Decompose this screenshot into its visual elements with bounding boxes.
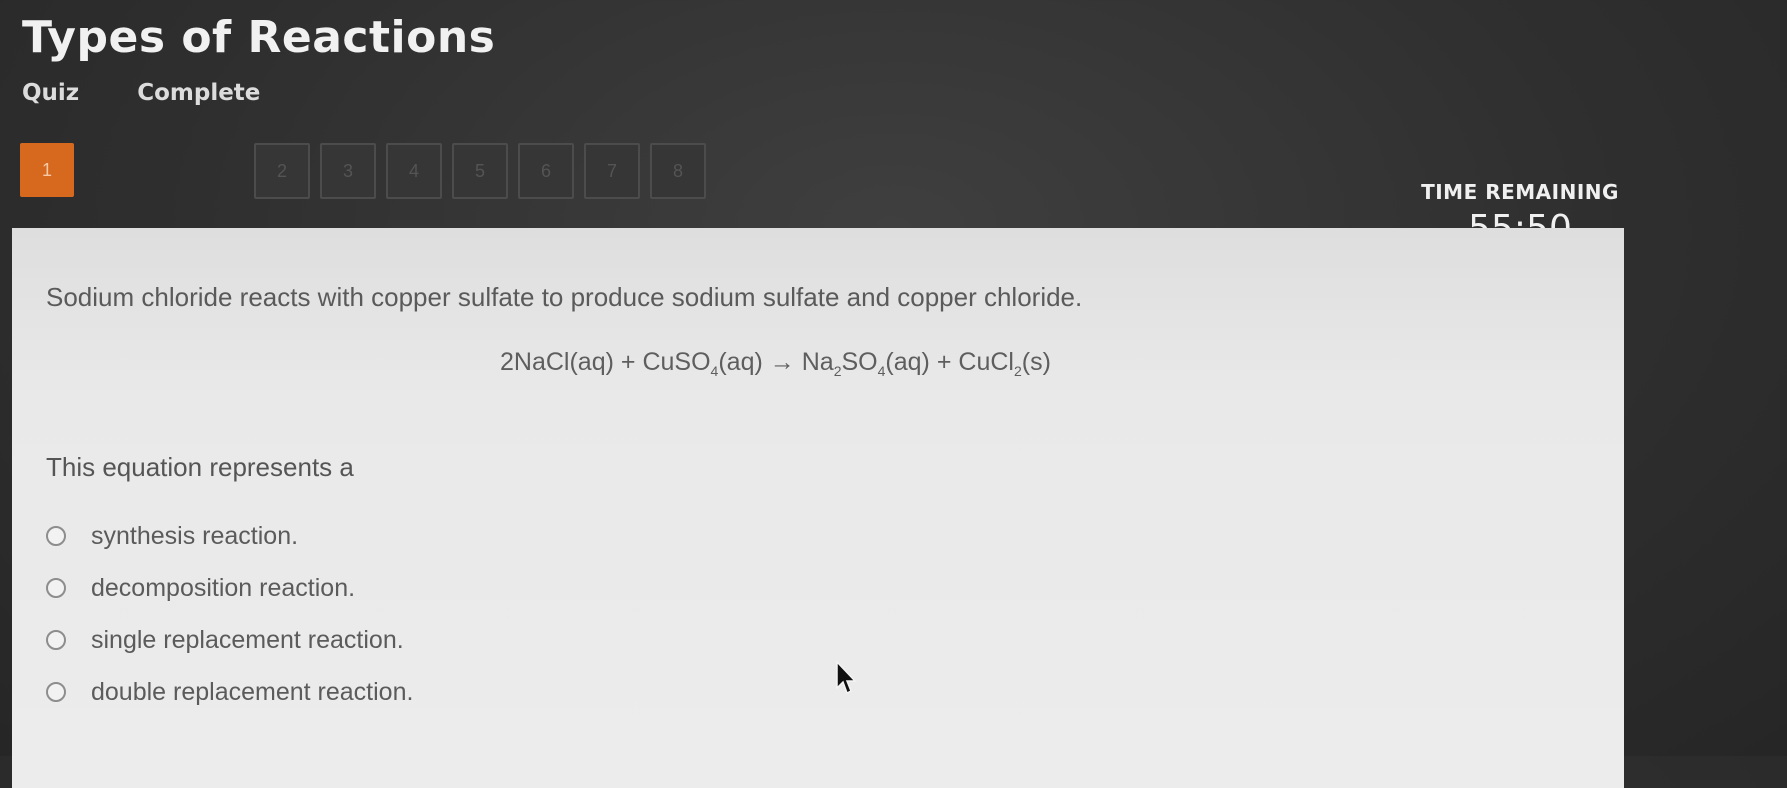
radio-button[interactable] [46, 578, 66, 598]
equation-plus: + [936, 348, 952, 376]
equation-product-2: CuCl2(s) [958, 348, 1051, 379]
question-7-button[interactable]: 7 [584, 143, 640, 199]
option-label: decomposition reaction. [91, 573, 356, 602]
answer-option[interactable]: decomposition reaction. [46, 562, 413, 614]
equation-plus: + [620, 348, 636, 376]
question-text: Sodium chloride reacts with copper sulfa… [46, 282, 1083, 312]
radio-button[interactable] [46, 630, 66, 650]
question-5-button[interactable]: 5 [452, 143, 508, 199]
mouse-pointer-icon [836, 660, 857, 695]
equation-reactant-1: 2NaCl(aq) [500, 348, 614, 376]
question-8-button[interactable]: 8 [650, 143, 706, 199]
answer-option[interactable]: single replacement reaction. [46, 614, 413, 666]
question-3-button[interactable]: 3 [320, 143, 376, 199]
quiz-header: Types of Reactions Quiz Complete 1 2 3 4… [0, 0, 1787, 249]
equation-product-1: Na2SO4(aq) [801, 348, 930, 379]
option-label: synthesis reaction. [91, 521, 299, 550]
timer-label: TIME REMAINING [1421, 180, 1619, 204]
equation-arrow: → [769, 348, 795, 376]
question-2-button[interactable]: 2 [254, 143, 310, 199]
tab-complete[interactable]: Complete [137, 80, 260, 106]
question-6-button[interactable]: 6 [518, 143, 574, 199]
tab-quiz[interactable]: Quiz [22, 80, 79, 106]
page-title: Types of Reactions [22, 12, 496, 63]
sub-navigation: Quiz Complete [22, 80, 260, 106]
option-label: double replacement reaction. [91, 677, 414, 706]
chemical-equation: 2NaCl(aq) + CuSO4(aq) → Na2SO4(aq) + CuC… [500, 348, 1051, 379]
question-1-button[interactable]: 1 [20, 143, 74, 197]
question-prompt: This equation represents a [46, 452, 354, 482]
option-label: single replacement reaction. [91, 625, 404, 654]
answer-options: synthesis reaction. decomposition reacti… [46, 510, 413, 718]
question-navigation: 1 2 3 4 5 6 7 8 [20, 143, 706, 199]
equation-reactant-2: CuSO4(aq) [642, 348, 763, 379]
question-4-button[interactable]: 4 [386, 143, 442, 199]
radio-button[interactable] [46, 682, 66, 702]
radio-button[interactable] [46, 526, 66, 546]
question-panel: Sodium chloride reacts with copper sulfa… [12, 228, 1624, 788]
answer-option[interactable]: double replacement reaction. [46, 666, 413, 718]
answer-option[interactable]: synthesis reaction. [46, 510, 413, 562]
